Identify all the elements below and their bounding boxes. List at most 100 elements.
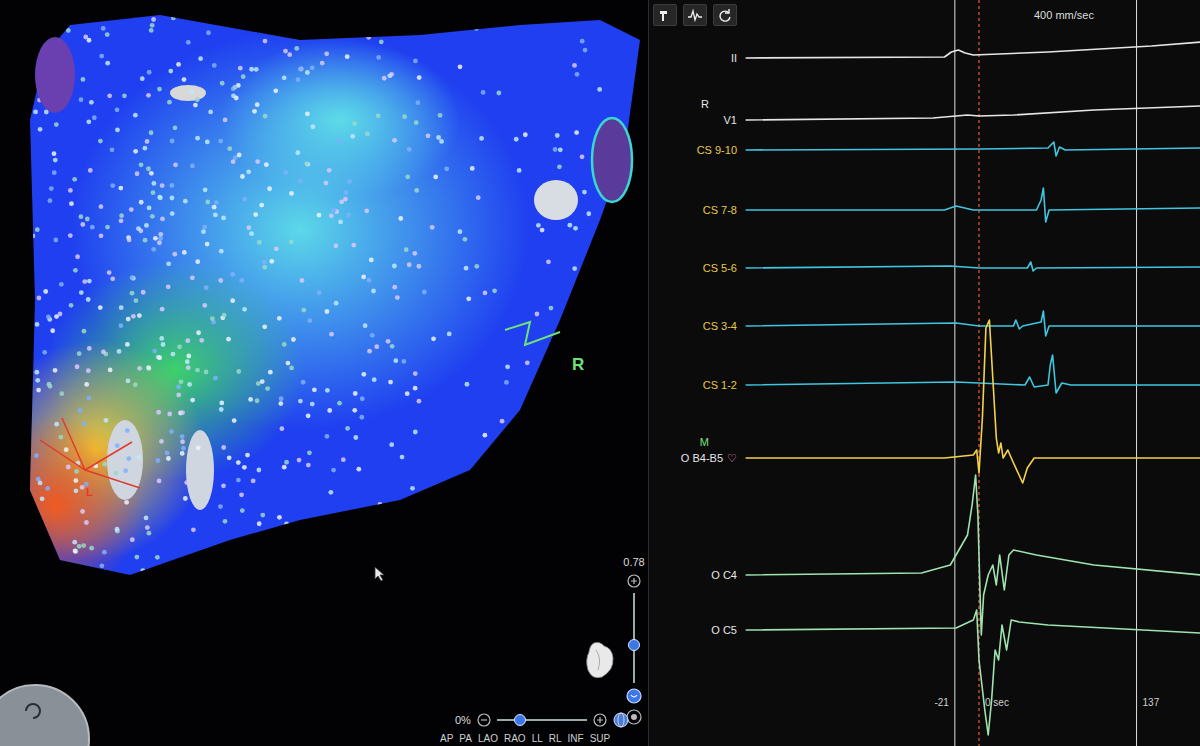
map-point xyxy=(47,26,52,31)
view-button[interactable]: RAO xyxy=(504,733,526,745)
record-icon[interactable] xyxy=(626,709,642,725)
view-button[interactable]: LAO xyxy=(478,733,498,745)
map-point xyxy=(530,485,535,490)
map-point xyxy=(274,246,279,251)
map-point xyxy=(300,540,305,545)
map-point xyxy=(238,66,243,71)
map-point xyxy=(125,428,130,433)
map-point xyxy=(320,61,325,66)
view-button[interactable]: RL xyxy=(549,733,562,745)
signal-chart[interactable]: 400 mm/sec-210 sec137IIRV1CS 9-10CS 7-8C… xyxy=(649,0,1200,746)
map-point xyxy=(219,407,224,412)
map-point xyxy=(479,136,484,141)
zoom-track[interactable] xyxy=(497,719,587,721)
time-marker[interactable]: -21 xyxy=(934,0,954,746)
opacity-track[interactable] xyxy=(633,593,635,683)
time-marker[interactable]: 137 xyxy=(1137,0,1160,746)
map-point xyxy=(517,168,522,173)
map-point xyxy=(180,439,185,444)
signal-channel[interactable]: CS 1-2 xyxy=(703,355,1200,393)
map-point xyxy=(412,251,417,256)
map-point xyxy=(161,342,166,347)
map-point xyxy=(582,190,587,195)
signal-channel[interactable]: II xyxy=(731,42,1200,64)
map-point xyxy=(599,536,604,541)
map-point xyxy=(158,196,163,201)
map-point xyxy=(596,263,601,268)
map-point xyxy=(54,122,59,127)
map-point xyxy=(344,190,349,195)
tool-button[interactable] xyxy=(713,4,737,26)
refresh-icon xyxy=(718,8,732,22)
map-point xyxy=(245,453,250,458)
map-point xyxy=(481,90,486,95)
map-point xyxy=(80,509,85,514)
tool-button[interactable] xyxy=(653,4,677,26)
map-point xyxy=(80,222,85,227)
view-button[interactable]: INF xyxy=(568,733,584,745)
map-point xyxy=(108,367,113,372)
map-point xyxy=(249,67,254,72)
anatomic-map[interactable]: RL xyxy=(0,0,648,746)
map-point xyxy=(282,465,287,470)
signal-trace xyxy=(746,475,1200,635)
map-point xyxy=(102,462,107,467)
map-point xyxy=(211,567,216,572)
map-point xyxy=(176,393,181,398)
zoom-slider[interactable]: 0% xyxy=(455,712,629,728)
map-point xyxy=(146,572,151,577)
map-point xyxy=(395,295,400,300)
signal-channel[interactable]: O C5 xyxy=(711,610,1200,735)
map-point xyxy=(75,364,80,369)
map-point xyxy=(575,72,580,77)
map-point xyxy=(82,279,87,284)
view-button[interactable]: PA xyxy=(459,733,472,745)
map-point xyxy=(35,378,40,383)
signal-channel[interactable]: MO B4-B5♡ xyxy=(681,320,1200,483)
signal-channel[interactable]: O C4 xyxy=(711,475,1200,635)
map-point xyxy=(422,290,427,295)
map-point xyxy=(405,174,410,179)
map-point xyxy=(64,447,69,452)
map-point xyxy=(50,328,55,333)
view-button[interactable]: LL xyxy=(532,733,543,745)
map-point xyxy=(126,456,131,461)
minus-icon[interactable] xyxy=(477,713,491,727)
signal-channel[interactable]: RV1 xyxy=(701,98,1200,126)
plus-icon[interactable] xyxy=(627,574,641,588)
map-point xyxy=(223,118,228,123)
view-button[interactable]: SUP xyxy=(590,733,611,745)
map-point xyxy=(413,59,418,64)
rotate-icon xyxy=(22,700,44,722)
map-point xyxy=(240,508,245,513)
map-point xyxy=(369,257,374,262)
view-button[interactable]: AP xyxy=(440,733,453,745)
map-point xyxy=(73,549,78,554)
signal-channel[interactable]: CS 5-6 xyxy=(703,262,1200,274)
map-point xyxy=(53,368,58,373)
map-point xyxy=(129,207,134,212)
tool-button[interactable] xyxy=(683,4,707,26)
map-point xyxy=(242,307,247,312)
map-point xyxy=(34,453,39,458)
map-point xyxy=(464,529,469,534)
signal-channel[interactable]: CS 3-4 xyxy=(703,311,1200,336)
zoom-knob[interactable] xyxy=(514,714,526,726)
view-toggle-icon[interactable] xyxy=(626,688,642,704)
map-point xyxy=(365,132,370,137)
signal-channel[interactable]: CS 9-10 xyxy=(697,142,1200,156)
map-point xyxy=(361,275,366,280)
signal-channel[interactable]: CS 7-8 xyxy=(703,188,1200,222)
globe-icon[interactable] xyxy=(613,712,629,728)
map-point xyxy=(378,504,383,509)
map-point xyxy=(255,102,260,107)
opacity-slider[interactable]: 0.78 xyxy=(620,555,648,725)
navigation-wheel[interactable] xyxy=(0,684,90,746)
map-point xyxy=(201,229,206,234)
plus-icon[interactable] xyxy=(593,713,607,727)
heart-model-icon[interactable] xyxy=(584,640,616,680)
map-point xyxy=(68,188,73,193)
map-point xyxy=(230,272,235,277)
map-point xyxy=(47,382,52,387)
opacity-knob[interactable] xyxy=(628,639,640,651)
